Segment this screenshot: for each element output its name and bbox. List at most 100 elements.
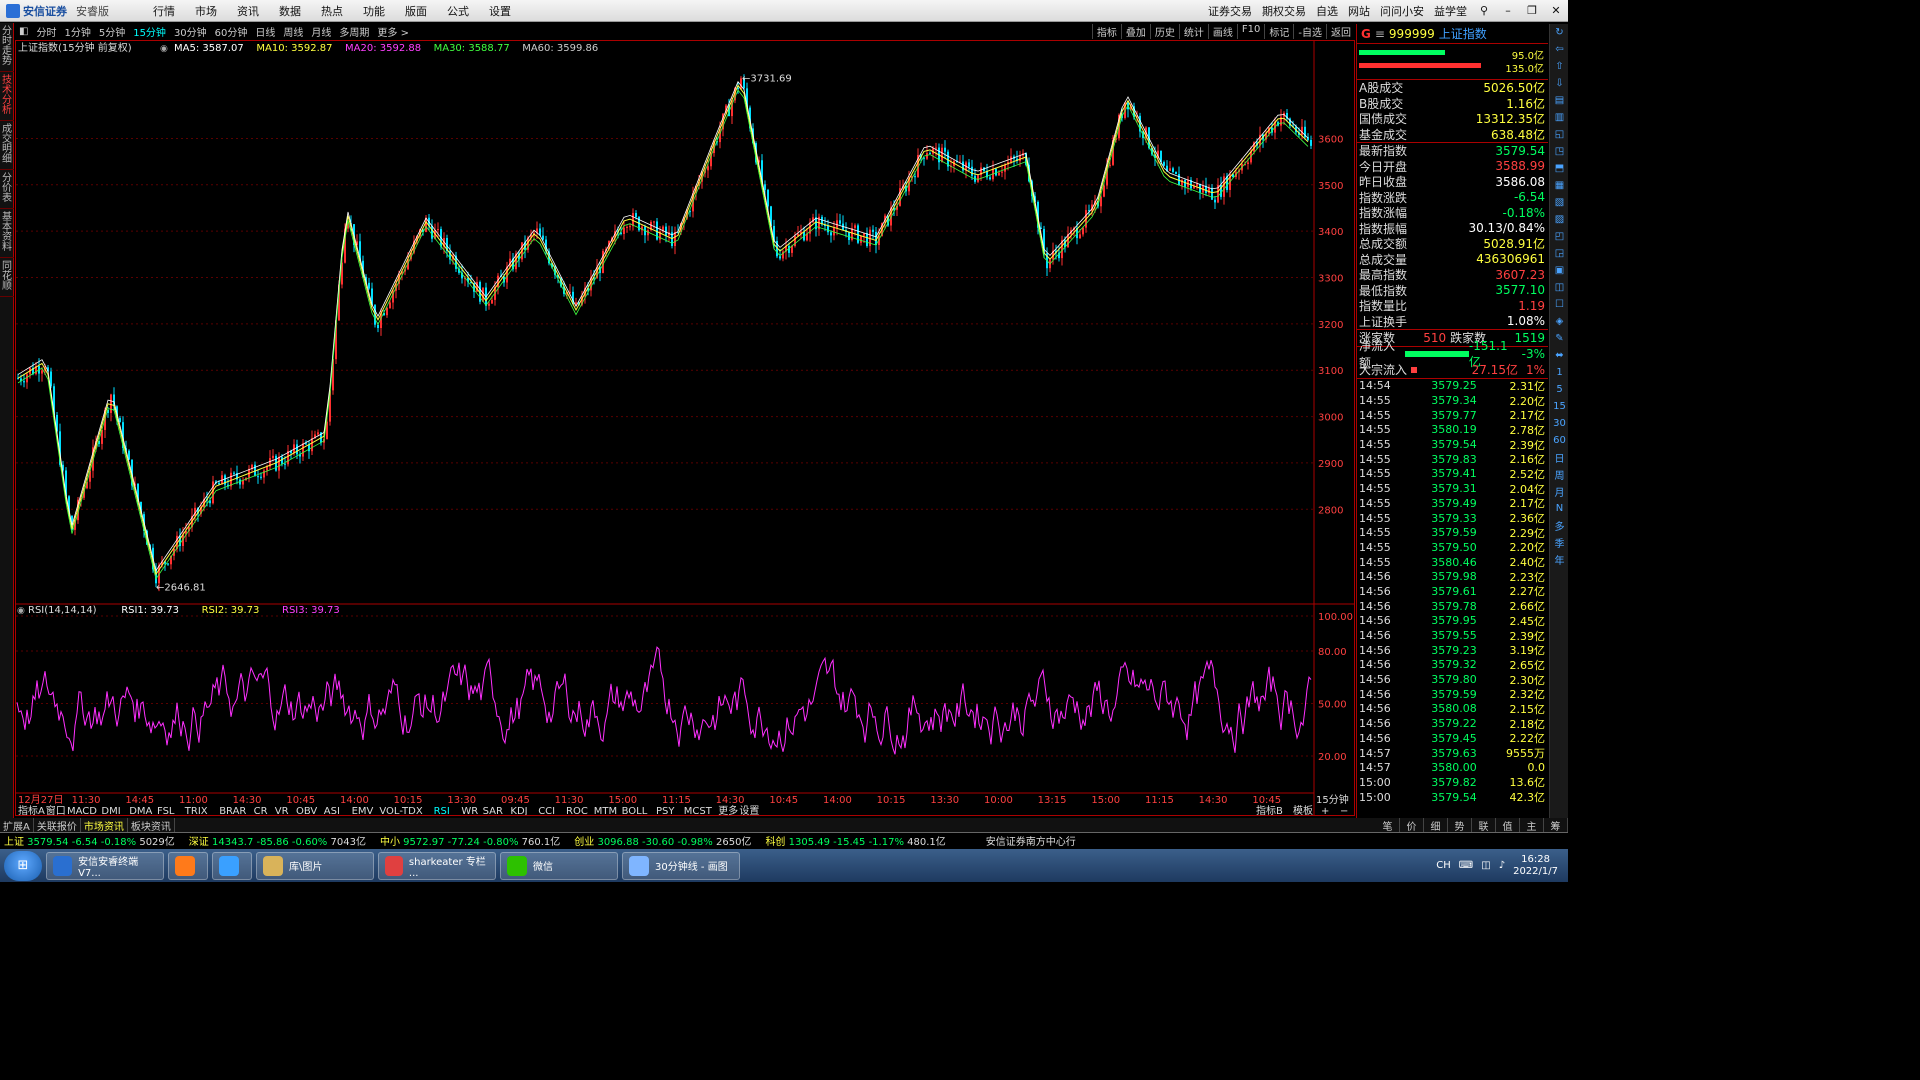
period-shortcut-5[interactable]: 日 [1550, 449, 1569, 466]
period-shortcut-7[interactable]: 月 [1550, 483, 1569, 500]
start-button[interactable]: ⊞ [4, 850, 42, 881]
period-shortcut-3[interactable]: 30 [1550, 415, 1569, 432]
period-shortcut-8[interactable]: N [1550, 500, 1569, 517]
bottom-tab-2[interactable]: 市场资讯 [81, 817, 128, 833]
tool-icon-9[interactable]: ▦ [1550, 177, 1569, 194]
indicator-tab-10[interactable]: OBV [296, 806, 317, 817]
period-3[interactable]: 15分钟 [129, 24, 170, 39]
tool-icon-10[interactable]: ▧ [1550, 194, 1569, 211]
right-menu-item-3[interactable]: 网站 [1343, 3, 1375, 19]
menu-item-4[interactable]: 热点 [311, 3, 353, 19]
vertical-tab-2[interactable]: 成交明细 [0, 121, 14, 170]
period-9[interactable]: 多周期 [335, 24, 373, 39]
taskbar-window-6[interactable]: 30分钟线 - 画图 [622, 851, 740, 880]
vertical-tab-4[interactable]: 基本资料 [0, 209, 14, 258]
network-icon[interactable]: ◫ [1481, 860, 1490, 871]
quote-tab-3[interactable]: 势 [1448, 817, 1472, 833]
tick-row[interactable]: 14:56 3579.55 2.39亿 [1357, 628, 1548, 643]
menu-item-2[interactable]: 资讯 [227, 3, 269, 19]
taskbar-window-2[interactable] [212, 851, 252, 880]
indicator-tab-2[interactable]: MACD [67, 806, 97, 817]
taskbar-window-5[interactable]: 微信 [500, 851, 618, 880]
tool-4[interactable]: 画线 [1207, 24, 1237, 39]
indicator-right-tab-2[interactable]: + [1321, 806, 1329, 817]
tool-icon-18[interactable]: ✎ [1550, 330, 1569, 347]
indicator-tab-1[interactable]: 窗口 [46, 804, 66, 817]
period-shortcut-9[interactable]: 多 [1550, 517, 1569, 534]
bottom-tab-1[interactable]: 关联报价 [34, 817, 81, 833]
tick-row[interactable]: 14:55 3579.50 2.20亿 [1357, 540, 1548, 555]
taskbar-window-3[interactable]: 库\图片 [256, 851, 374, 880]
tick-row[interactable]: 14:56 3579.32 2.65亿 [1357, 658, 1548, 673]
tick-row[interactable]: 14:55 3579.31 2.04亿 [1357, 481, 1548, 496]
period-4[interactable]: 30分钟 [170, 24, 211, 39]
indicator-tab-23[interactable]: MCST [684, 806, 713, 817]
tool-icon-6[interactable]: ◱ [1550, 126, 1569, 143]
indicator-tab-9[interactable]: VR [275, 806, 289, 817]
tick-row[interactable]: 14:55 3579.83 2.16亿 [1357, 452, 1548, 467]
tool-6[interactable]: 标记 [1264, 24, 1293, 39]
indicator-tab-25[interactable]: 设置 [739, 805, 759, 817]
period-0[interactable]: 分时 [32, 24, 60, 39]
tick-row[interactable]: 14:56 3580.08 2.15亿 [1357, 702, 1548, 717]
tick-row[interactable]: 14:55 3579.59 2.29亿 [1357, 525, 1548, 540]
tick-row[interactable]: 14:56 3579.23 3.19亿 [1357, 643, 1548, 658]
status-index-4[interactable]: 科创 1305.49 -15.45 -1.17% 480.1亿 [761, 833, 945, 848]
tick-row[interactable]: 14:55 3579.54 2.39亿 [1357, 437, 1548, 452]
vertical-tab-0[interactable]: 分时走势 [0, 23, 14, 72]
quote-tab-4[interactable]: 联 [1472, 817, 1496, 833]
menu-icon[interactable]: ≡ [1375, 27, 1385, 41]
period-5[interactable]: 60分钟 [211, 24, 252, 39]
right-menu-item-5[interactable]: 益学堂 [1429, 3, 1472, 19]
period-shortcut-2[interactable]: 15 [1550, 398, 1569, 415]
tool-7[interactable]: -自选 [1293, 24, 1326, 39]
tick-row[interactable]: 14:56 3579.22 2.18亿 [1357, 716, 1548, 731]
indicator-tab-6[interactable]: TRIX [184, 806, 208, 817]
indicator-tab-24[interactable]: 更多 [718, 804, 738, 817]
tool-icon-19[interactable]: ⬌ [1550, 347, 1569, 364]
menu-item-8[interactable]: 设置 [479, 3, 521, 19]
tick-list[interactable]: 14:54 3579.25 2.31亿 14:55 3579.34 2.20亿 14:55 3… [1357, 379, 1548, 805]
right-menu-item-1[interactable]: 期权交易 [1257, 3, 1311, 19]
tool-icon-7[interactable]: ◳ [1550, 143, 1569, 160]
tick-row[interactable]: 15:00 3579.54 42.3亿 [1357, 790, 1548, 805]
tool-8[interactable]: 返回 [1326, 24, 1355, 39]
tick-row[interactable]: 14:54 3579.25 2.31亿 [1357, 379, 1548, 394]
indicator-tab-18[interactable]: CCI [538, 806, 555, 817]
tick-row[interactable]: 14:56 3579.78 2.66亿 [1357, 599, 1548, 614]
tool-icon-1[interactable]: ⇦ [1550, 41, 1569, 58]
period-1[interactable]: 1分钟 [60, 24, 94, 39]
tool-icon-15[interactable]: ◫ [1550, 279, 1569, 296]
indicator-right-tab-3[interactable]: − [1340, 806, 1348, 817]
indicator-tab-12[interactable]: EMV [352, 806, 374, 817]
indicator-tab-5[interactable]: FSL [157, 806, 175, 817]
restore-icon[interactable]: ❐ [1520, 4, 1544, 17]
indicator-tab-14[interactable]: RSI [434, 806, 450, 817]
indicator-tab-4[interactable]: DMA [129, 806, 152, 817]
indicator-tab-3[interactable]: DMI [101, 806, 120, 817]
tool-2[interactable]: 历史 [1149, 24, 1179, 39]
right-menu-item-4[interactable]: 问问小安 [1375, 3, 1429, 19]
period-2[interactable]: 5分钟 [95, 24, 129, 39]
tool-icon-4[interactable]: ▤ [1550, 92, 1569, 109]
tick-row[interactable]: 14:55 3579.77 2.17亿 [1357, 408, 1548, 423]
tick-row[interactable]: 14:55 3579.41 2.52亿 [1357, 467, 1548, 482]
vertical-tab-3[interactable]: 分价表 [0, 170, 14, 209]
indicator-right-tab-0[interactable]: 指标B [1256, 804, 1283, 817]
indicator-tab-8[interactable]: CR [254, 806, 268, 817]
tick-row[interactable]: 14:55 3579.49 2.17亿 [1357, 496, 1548, 511]
indicator-tab-15[interactable]: WR [461, 806, 478, 817]
tool-icon-3[interactable]: ⇩ [1550, 75, 1569, 92]
menu-item-5[interactable]: 功能 [353, 3, 395, 19]
quote-tab-6[interactable]: 主 [1520, 817, 1544, 833]
tick-row[interactable]: 14:56 3579.95 2.45亿 [1357, 614, 1548, 629]
tool-1[interactable]: 叠加 [1120, 24, 1150, 39]
tick-row[interactable]: 14:56 3579.80 2.30亿 [1357, 672, 1548, 687]
period-shortcut-1[interactable]: 5 [1550, 381, 1569, 398]
period-shortcut-4[interactable]: 60 [1550, 432, 1569, 449]
indicator-tab-16[interactable]: SAR [483, 806, 503, 817]
tick-row[interactable]: 14:56 3579.45 2.22亿 [1357, 731, 1548, 746]
taskbar-window-1[interactable] [168, 851, 208, 880]
tool-icon-16[interactable]: ☐ [1550, 296, 1569, 313]
period-8[interactable]: 月线 [307, 24, 335, 39]
